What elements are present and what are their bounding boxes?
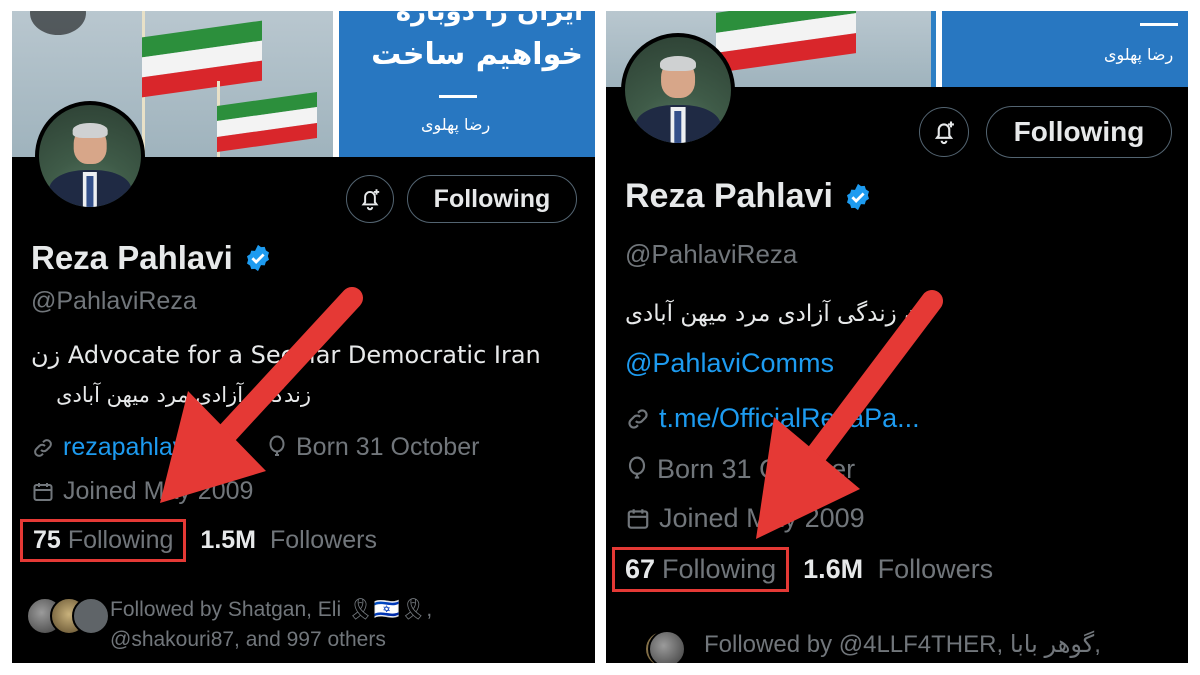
banner-signature: رضا پهلوی	[421, 115, 491, 134]
display-name: Reza Pahlavi	[31, 239, 273, 277]
followers-label: Followers	[269, 526, 377, 554]
followers-count: 1.6M	[803, 554, 864, 584]
display-name: Reza Pahlavi	[625, 177, 873, 216]
following-count: 75	[33, 526, 61, 554]
link-icon	[628, 408, 648, 429]
calendar-icon	[627, 508, 649, 529]
banner-text-card: رضا پهلوی	[936, 11, 1188, 87]
followers-count-link[interactable]: 1.5M Followers	[200, 526, 377, 555]
balloon-icon	[269, 435, 285, 456]
joined-row: Joined May 2009	[31, 477, 253, 506]
banner-divider	[1140, 23, 1178, 26]
bio-mention-link[interactable]: @PahlaviComms	[625, 348, 834, 379]
following-count: 67	[625, 554, 656, 584]
follow-stats: 67 Following 1.6M Followers	[612, 547, 993, 592]
link-icon	[34, 438, 52, 457]
followed-by-row[interactable]: Followed by @4LLF4THER, گوهر بابا,	[620, 628, 1101, 663]
profile-screenshot-left: ایران را دوباره خواهیم ساخت رضا پهلوی Fo…	[12, 11, 595, 663]
website-row[interactable]: rezapahlavi.org	[31, 433, 234, 462]
followed-by-line-1: Followed by Shatgan, Eli 🎗🇮🇱🎗,	[110, 598, 433, 621]
profile-screenshot-right: رضا پهلوی Following Reza Pahlavi @Pahlav…	[606, 11, 1188, 663]
followed-by-line-2: @shakouri87, and 997 others	[110, 628, 386, 652]
notification-bell-button[interactable]	[919, 107, 969, 157]
mutual-avatars	[26, 595, 110, 635]
following-label: Following	[67, 526, 174, 554]
name-text: Reza Pahlavi	[625, 177, 833, 215]
mutual-avatars	[620, 628, 696, 663]
following-count-link[interactable]: 67 Following	[612, 547, 790, 592]
avatar[interactable]	[621, 33, 735, 147]
bell-plus-icon	[361, 189, 380, 211]
birthday-text: Born 31 October	[296, 433, 480, 461]
banner-line-2: خواهیم ساخت	[371, 37, 583, 72]
joined-text: Joined May 2009	[63, 477, 254, 505]
birthday-row: Born 31 October	[266, 433, 479, 462]
notification-bell-button[interactable]	[346, 175, 394, 223]
user-handle: @PahlaviReza	[625, 239, 798, 269]
banner-text-card: ایران را دوباره خواهیم ساخت رضا پهلوی	[333, 11, 595, 157]
follow-stats: 75 Following 1.5M Followers	[20, 519, 377, 562]
name-text: Reza Pahlavi	[31, 239, 233, 276]
user-handle: @PahlaviReza	[31, 287, 197, 315]
following-count-link[interactable]: 75 Following	[20, 519, 187, 562]
followed-by-line-1: Followed by @4LLF4THER, گوهر بابا,	[704, 631, 1101, 658]
bio-line-1: زن Advocate for a Secular Democratic Ira…	[31, 341, 541, 369]
following-label: Following	[662, 554, 777, 584]
avatar[interactable]	[35, 101, 145, 211]
birthday-text: Born 31 October	[657, 454, 856, 484]
bio-line-1: زن زندگی آزادی مرد میهن آبادی	[625, 301, 933, 327]
calendar-icon	[33, 482, 53, 501]
birthday-row: Born 31 October	[625, 454, 855, 485]
following-button[interactable]: Following	[986, 106, 1172, 158]
followers-count: 1.5M	[200, 526, 257, 554]
banner-signature: رضا پهلوی	[1104, 45, 1174, 64]
website-link[interactable]: t.me/OfficialRezaPa...	[659, 403, 920, 434]
following-button[interactable]: Following	[407, 175, 577, 223]
website-link[interactable]: rezapahlavi.org	[63, 433, 234, 462]
website-row[interactable]: t.me/OfficialRezaPa...	[625, 403, 920, 434]
balloon-icon	[628, 456, 646, 479]
bio-line-2: زندگی، آزادی مرد میهن آبادی	[56, 383, 311, 407]
followed-by-row[interactable]: Followed by Shatgan, Eli 🎗🇮🇱🎗, @shakouri…	[26, 595, 432, 656]
bell-plus-icon	[934, 121, 954, 145]
verified-badge-icon	[246, 244, 269, 272]
banner-line-1: ایران را دوباره	[395, 11, 583, 27]
joined-row: Joined May 2009	[625, 503, 865, 534]
joined-text: Joined May 2009	[659, 503, 865, 533]
banner-divider	[439, 95, 477, 98]
followers-label: Followers	[877, 554, 994, 584]
verified-badge-icon	[846, 183, 869, 210]
followers-count-link[interactable]: 1.6M Followers	[803, 554, 993, 585]
